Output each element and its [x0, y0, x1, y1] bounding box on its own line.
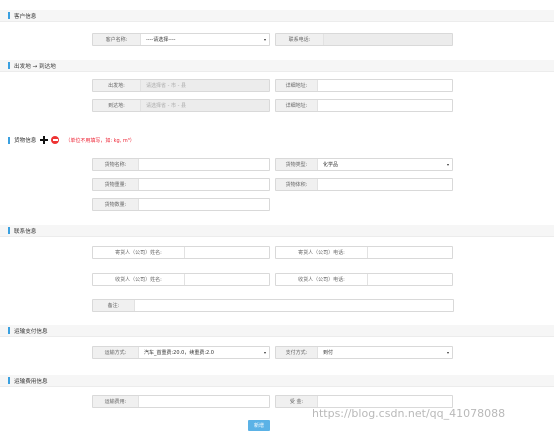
- section-title: 运输费用信息: [14, 378, 48, 385]
- chevron-down-icon: [264, 351, 266, 354]
- transport-mode-label: 运输方式:: [93, 347, 139, 358]
- goods-volume-label: 货物体积:: [276, 179, 318, 190]
- customer-name-label: 客户名称:: [93, 34, 141, 45]
- section-route: 出发地 → 到达地: [0, 60, 554, 72]
- goods-quantity-label: 货物数量:: [93, 199, 139, 210]
- goods-weight-field[interactable]: 货物重量:: [92, 178, 270, 191]
- chevron-down-icon: [264, 38, 266, 41]
- sender-phone-label: 寄货人（公司）电话:: [276, 247, 368, 258]
- section-fee: 运输费用信息: [0, 375, 554, 387]
- goods-name-label: 货物名称:: [93, 159, 139, 170]
- section-title: 货物信息: [14, 138, 37, 144]
- origin-field[interactable]: 出发地: 请选择省 - 市 - 县: [92, 79, 270, 92]
- receiver-phone-label: 收货人（公司）电话:: [276, 274, 368, 285]
- section-transport: 运输支付信息: [0, 325, 554, 337]
- section-marker: [8, 227, 10, 234]
- section-title: 出发地 → 到达地: [14, 63, 56, 70]
- sender-name-label: 寄货人（公司）姓名:: [93, 247, 185, 258]
- origin-detail-label: 详细地址:: [276, 80, 318, 91]
- destination-placeholder: 请选择省 - 市 - 县: [146, 103, 186, 109]
- remark-label: 备注:: [93, 300, 135, 311]
- section-title: 运输支付信息: [14, 328, 48, 335]
- amount-label: 受 金:: [276, 396, 318, 407]
- section-contact: 联系信息: [0, 225, 554, 237]
- add-button[interactable]: 新增: [248, 420, 270, 431]
- watermark: https://blog.csdn.net/qq_41078088: [312, 407, 506, 420]
- payment-method-value: 到付: [323, 350, 334, 356]
- section-marker: [8, 136, 10, 144]
- goods-volume-field[interactable]: 货物体积:: [275, 178, 453, 191]
- transport-mode-select[interactable]: 运输方式: 汽车_首重费:20.0，续重费:2.0: [92, 346, 270, 359]
- goods-category-label: 货物类型:: [276, 159, 318, 170]
- destination-detail-label: 详细地址:: [276, 100, 318, 111]
- origin-detail-field[interactable]: 详细地址:: [275, 79, 453, 92]
- section-marker: [8, 62, 10, 69]
- transport-mode-value: 汽车_首重费:20.0，续重费:2.0: [144, 350, 214, 356]
- destination-label: 到达地:: [93, 100, 141, 111]
- section-title: 联系信息: [14, 228, 37, 235]
- receiver-name-label: 收货人（公司）姓名:: [93, 274, 185, 285]
- destination-field[interactable]: 到达地: 请选择省 - 市 - 县: [92, 99, 270, 112]
- goods-category-value: 化学品: [323, 162, 339, 168]
- section-marker: [8, 377, 10, 384]
- chevron-down-icon: [447, 163, 449, 166]
- minus-circle-icon[interactable]: [51, 136, 60, 144]
- section-customer: 客户信息: [0, 10, 554, 22]
- origin-label: 出发地:: [93, 80, 141, 91]
- chevron-down-icon: [447, 351, 449, 354]
- sender-name-field[interactable]: 寄货人（公司）姓名:: [92, 246, 270, 259]
- receiver-phone-field[interactable]: 收货人（公司）电话:: [275, 273, 453, 286]
- destination-detail-field[interactable]: 详细地址:: [275, 99, 453, 112]
- section-marker: [8, 12, 10, 19]
- goods-quantity-field[interactable]: 货物数量:: [92, 198, 270, 211]
- section-goods: 货物信息 （单位不用填写，如: kg, m³）: [0, 134, 554, 146]
- customer-phone-field[interactable]: 联系电话:: [275, 33, 453, 46]
- section-marker: [8, 327, 10, 334]
- goods-name-field[interactable]: 货物名称:: [92, 158, 270, 171]
- payment-method-select[interactable]: 支付方式: 到付: [275, 346, 453, 359]
- plus-icon[interactable]: [40, 136, 49, 144]
- transport-cost-field[interactable]: 运输费用:: [92, 395, 270, 408]
- goods-weight-label: 货物重量:: [93, 179, 139, 190]
- remark-field[interactable]: 备注:: [92, 299, 454, 312]
- customer-name-value: ----请选择----: [146, 37, 176, 43]
- customer-phone-label: 联系电话:: [276, 34, 324, 45]
- goods-unit-note: （单位不用填写，如: kg, m³）: [65, 137, 135, 144]
- transport-cost-label: 运输费用:: [93, 396, 139, 407]
- payment-method-label: 支付方式:: [276, 347, 318, 358]
- sender-phone-field[interactable]: 寄货人（公司）电话:: [275, 246, 453, 259]
- origin-placeholder: 请选择省 - 市 - 县: [146, 83, 186, 89]
- receiver-name-field[interactable]: 收货人（公司）姓名:: [92, 273, 270, 286]
- goods-category-select[interactable]: 货物类型: 化学品: [275, 158, 453, 171]
- customer-name-select[interactable]: 客户名称: ----请选择----: [92, 33, 270, 46]
- section-title: 客户信息: [14, 13, 37, 20]
